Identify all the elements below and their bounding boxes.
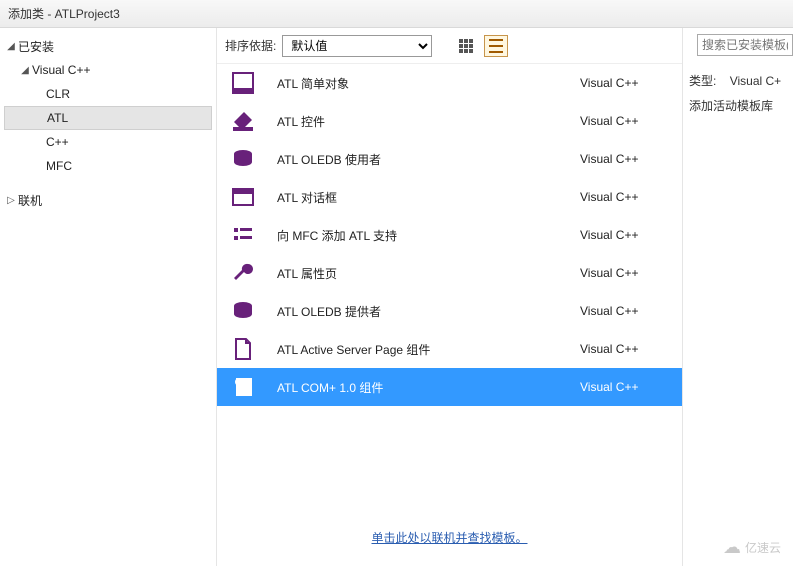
template-lang: Visual C++	[580, 228, 670, 242]
description: 添加活动模板库	[689, 97, 787, 114]
center-pane: 排序依据: 默认值 ATL 简单对象 Visual C++ ATL 控件 Vis…	[217, 28, 683, 566]
sidebar-item-clr[interactable]: CLR	[0, 82, 216, 106]
template-lang: Visual C++	[580, 380, 670, 394]
template-icon: +	[229, 373, 257, 401]
template-row[interactable]: 向 MFC 添加 ATL 支持 Visual C++	[217, 216, 682, 254]
template-name: ATL OLEDB 使用者	[277, 151, 580, 168]
template-row[interactable]: ATL 对话框 Visual C++	[217, 178, 682, 216]
sidebar-visualcpp-label: Visual C++	[32, 63, 90, 77]
sidebar-item-cpp[interactable]: C++	[0, 130, 216, 154]
template-lang: Visual C++	[580, 190, 670, 204]
template-name: ATL COM+ 1.0 组件	[277, 379, 580, 396]
template-row[interactable]: ATL OLEDB 提供者 Visual C++	[217, 292, 682, 330]
template-lang: Visual C++	[580, 304, 670, 318]
watermark-text: 亿速云	[745, 539, 781, 556]
template-name: ATL 属性页	[277, 265, 580, 282]
sort-select[interactable]: 默认值	[282, 35, 432, 57]
template-row[interactable]: ATL OLEDB 使用者 Visual C++	[217, 140, 682, 178]
sidebar-visualcpp[interactable]: ◢ Visual C++	[0, 58, 216, 82]
template-lang: Visual C++	[580, 266, 670, 280]
template-lang: Visual C++	[580, 76, 670, 90]
template-list: ATL 简单对象 Visual C++ ATL 控件 Visual C++ AT…	[217, 64, 682, 517]
svg-text:+: +	[235, 374, 242, 388]
sidebar-item-mfc[interactable]: MFC	[0, 154, 216, 178]
template-icon	[229, 183, 257, 211]
view-grid-button[interactable]	[454, 35, 478, 57]
sidebar: ◢ 已安装 ◢ Visual C++ CLR ATL C++ MFC ▷ 联机	[0, 28, 217, 566]
template-lang: Visual C++	[580, 152, 670, 166]
template-name: 向 MFC 添加 ATL 支持	[277, 227, 580, 244]
type-row: 类型: Visual C+	[689, 72, 787, 89]
template-name: ATL 对话框	[277, 189, 580, 206]
template-icon	[229, 107, 257, 135]
template-name: ATL 控件	[277, 113, 580, 130]
sidebar-online-label: 联机	[18, 192, 42, 209]
toolbar: 排序依据: 默认值	[217, 28, 682, 64]
grid-icon	[459, 39, 473, 53]
template-icon	[229, 335, 257, 363]
chevron-down-icon: ◢	[18, 65, 32, 76]
sidebar-installed[interactable]: ◢ 已安装	[0, 34, 216, 58]
template-icon	[229, 69, 257, 97]
template-lang: Visual C++	[580, 342, 670, 356]
template-row[interactable]: ATL 简单对象 Visual C++	[217, 64, 682, 102]
cloud-icon: ☁	[723, 537, 741, 558]
template-name: ATL 简单对象	[277, 75, 580, 92]
search-input[interactable]	[697, 34, 793, 56]
template-row[interactable]: ATL Active Server Page 组件 Visual C++	[217, 330, 682, 368]
sidebar-item-label: CLR	[46, 87, 70, 101]
chevron-right-icon: ▷	[4, 195, 18, 206]
template-name: ATL OLEDB 提供者	[277, 303, 580, 320]
template-row[interactable]: ATL 控件 Visual C++	[217, 102, 682, 140]
online-templates-link[interactable]: 单击此处以联机并查找模板。	[371, 531, 527, 545]
type-label: 类型:	[689, 74, 716, 88]
template-name: ATL Active Server Page 组件	[277, 341, 580, 358]
details-pane: 类型: Visual C+ 添加活动模板库	[683, 28, 793, 566]
window-title: 添加类 - ATLProject3	[8, 5, 120, 22]
template-icon	[229, 297, 257, 325]
template-lang: Visual C++	[580, 114, 670, 128]
sidebar-item-label: C++	[46, 135, 69, 149]
template-icon	[229, 145, 257, 173]
template-icon	[229, 221, 257, 249]
list-icon	[489, 39, 503, 53]
titlebar: 添加类 - ATLProject3	[0, 0, 793, 28]
view-list-button[interactable]	[484, 35, 508, 57]
sidebar-item-label: ATL	[47, 111, 68, 125]
chevron-down-icon: ◢	[4, 41, 18, 52]
footer: 单击此处以联机并查找模板。	[217, 517, 682, 566]
type-value: Visual C+	[730, 74, 781, 88]
template-row[interactable]: ATL 属性页 Visual C++	[217, 254, 682, 292]
sidebar-online[interactable]: ▷ 联机	[0, 188, 216, 212]
sidebar-installed-label: 已安装	[18, 38, 54, 55]
sidebar-item-label: MFC	[46, 159, 72, 173]
sort-label: 排序依据:	[225, 37, 276, 54]
sidebar-item-atl[interactable]: ATL	[4, 106, 212, 130]
template-icon	[229, 259, 257, 287]
template-row[interactable]: + ATL COM+ 1.0 组件 Visual C++	[217, 368, 682, 406]
watermark: ☁ 亿速云	[723, 537, 781, 558]
